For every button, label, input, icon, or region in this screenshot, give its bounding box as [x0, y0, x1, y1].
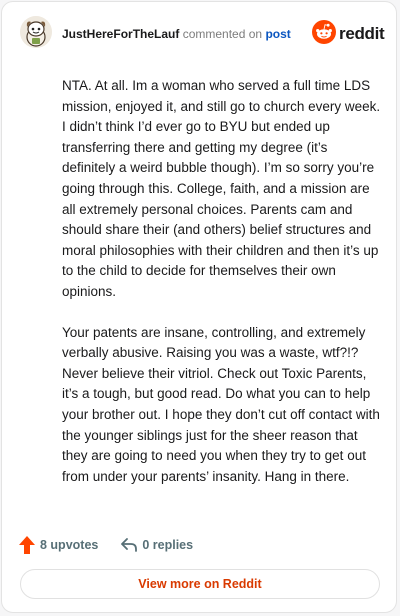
- embedded-comment-card: JustHereForTheLauf commented on post red: [1, 1, 397, 613]
- reddit-wordmark: reddit: [339, 24, 385, 43]
- upvote-button[interactable]: 8 upvotes: [18, 535, 98, 555]
- comment-byline: JustHereForTheLauf commented on post: [62, 27, 291, 41]
- reply-button[interactable]: 0 replies: [120, 537, 193, 553]
- view-more-on-reddit-button[interactable]: View more on Reddit: [20, 569, 380, 599]
- reply-count: 0 replies: [142, 538, 194, 552]
- reddit-brand-link[interactable]: reddit: [312, 19, 385, 49]
- comment-actions: 8 upvotes 0 replies: [18, 533, 193, 557]
- comment-header: JustHereForTheLauf commented on post red: [2, 2, 398, 66]
- upvote-arrow-icon: [18, 535, 36, 555]
- byline-action-text: commented on: [182, 27, 263, 41]
- reply-arrow-icon: [120, 537, 138, 553]
- comment-body: NTA. At all. Im a woman who served a ful…: [62, 76, 382, 507]
- post-link[interactable]: post: [265, 27, 290, 41]
- username-link[interactable]: JustHereForTheLauf: [62, 27, 179, 41]
- comment-paragraph: Your patents are insane, controlling, an…: [62, 324, 380, 484]
- comment-paragraph: NTA. At all. Im a woman who served a ful…: [62, 78, 381, 299]
- reddit-alien-icon: [312, 19, 336, 49]
- snoo-avatar-icon[interactable]: [20, 16, 52, 48]
- upvote-count: 8 upvotes: [40, 538, 99, 552]
